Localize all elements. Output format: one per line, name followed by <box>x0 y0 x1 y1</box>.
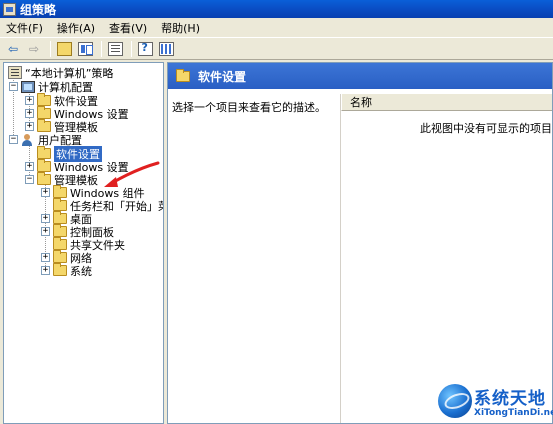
help-button[interactable] <box>136 40 154 58</box>
expand-icon[interactable]: + <box>41 253 50 262</box>
description-text: 选择一个项目来查看它的描述。 <box>172 101 326 114</box>
forward-arrow-icon[interactable]: ⇨ <box>25 40 43 58</box>
menu-help[interactable]: 帮助(H) <box>161 20 200 36</box>
column-header-label: 名称 <box>350 96 372 109</box>
expand-icon[interactable]: + <box>25 109 34 118</box>
menu-bar: 文件(F) 操作(A) 查看(V) 帮助(H) <box>0 18 553 38</box>
computer-icon <box>21 80 35 93</box>
watermark-logo: 系统天地 XiTongTianDi.net <box>438 381 553 424</box>
expand-icon[interactable]: + <box>25 122 34 131</box>
up-folder-button[interactable] <box>55 40 73 58</box>
column-divider <box>340 94 341 423</box>
help-icon <box>137 41 153 56</box>
toolbar-separator <box>131 40 132 57</box>
toolbar: ⇦ ⇨ <box>0 38 553 60</box>
folder-icon <box>37 159 51 172</box>
watermark-title: 系统天地 <box>474 389 546 409</box>
details-header: 软件设置 <box>168 63 552 89</box>
toolbar-separator <box>50 40 51 57</box>
back-arrow-icon[interactable]: ⇦ <box>4 40 22 58</box>
collapse-icon[interactable]: − <box>9 135 18 144</box>
view-grid-icon <box>158 41 174 56</box>
globe-icon <box>438 384 472 418</box>
folder-open-icon <box>37 146 51 159</box>
up-folder-icon <box>56 41 72 56</box>
collapse-icon[interactable]: − <box>25 175 34 184</box>
menu-file[interactable]: 文件(F) <box>6 20 43 36</box>
menu-view[interactable]: 查看(V) <box>109 20 147 36</box>
export-list-button[interactable] <box>106 40 124 58</box>
folder-icon <box>37 172 51 185</box>
expand-icon[interactable]: + <box>25 162 34 171</box>
menu-action[interactable]: 操作(A) <box>57 20 95 36</box>
watermark-url: XiTongTianDi.net <box>474 408 553 418</box>
expand-icon[interactable]: + <box>41 227 50 236</box>
show-hide-tree-button[interactable] <box>76 40 94 58</box>
tree-item-root[interactable]: “本地计算机”策略 <box>8 66 113 80</box>
tree-label: 系统 <box>70 264 92 278</box>
tree-item-system[interactable]: + 系统 <box>41 263 92 278</box>
expand-icon[interactable]: + <box>41 266 50 275</box>
tree-item-computer-config[interactable]: − 计算机配置 <box>9 80 93 94</box>
folder-icon <box>53 211 67 224</box>
red-arrow-annotation <box>104 161 160 187</box>
folder-icon <box>53 224 67 237</box>
folder-icon <box>53 185 67 198</box>
export-list-icon <box>107 41 123 56</box>
folder-icon <box>53 263 67 276</box>
folder-icon <box>53 250 67 263</box>
title-bar[interactable]: 组策略 <box>0 0 553 18</box>
details-header-title: 软件设置 <box>198 69 247 84</box>
empty-view-message: 此视图中没有可显示的项目 <box>420 122 552 135</box>
expand-icon[interactable]: + <box>41 214 50 223</box>
view-button[interactable] <box>157 40 175 58</box>
tree-item-user-config[interactable]: − 用户配置 <box>9 133 82 147</box>
window-title: 组策略 <box>20 2 57 17</box>
user-icon <box>21 133 35 146</box>
column-header-name[interactable]: 名称 <box>341 94 552 111</box>
details-pane[interactable]: 软件设置 选择一个项目来查看它的描述。 名称 此视图中没有可显示的项目 <box>167 62 553 424</box>
expand-icon[interactable]: + <box>25 96 34 105</box>
folder-icon <box>37 119 51 132</box>
tree-pane[interactable]: “本地计算机”策略 − 计算机配置 + 软件设置 + Windows 设置 + … <box>3 62 164 424</box>
expand-icon[interactable]: + <box>41 188 50 197</box>
folder-icon <box>53 237 67 250</box>
folder-icon <box>176 68 190 82</box>
collapse-icon[interactable]: − <box>9 82 18 91</box>
folder-icon <box>37 93 51 106</box>
folder-icon <box>37 106 51 119</box>
tree-pane-icon <box>77 41 93 56</box>
folder-icon <box>53 198 67 211</box>
toolbar-separator <box>101 40 102 57</box>
app-icon <box>3 2 16 16</box>
policy-icon <box>8 66 22 79</box>
